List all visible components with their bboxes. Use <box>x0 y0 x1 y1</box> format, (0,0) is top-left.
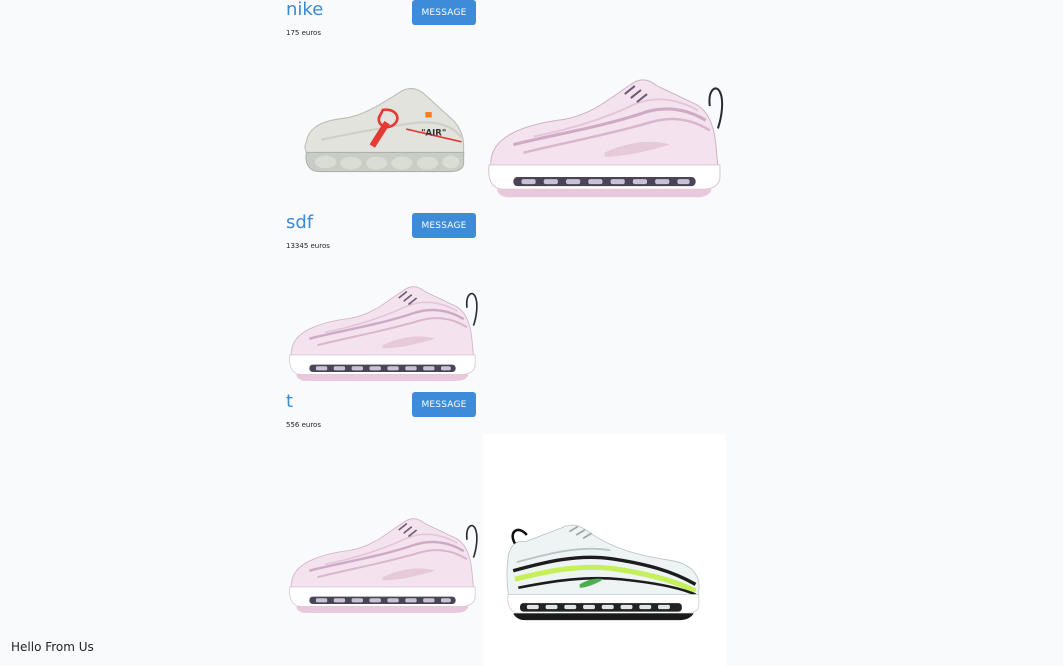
listing-price: 556 euros <box>286 421 321 429</box>
footer-text: Hello From Us <box>11 640 94 654</box>
listing-title[interactable]: t <box>286 392 293 412</box>
listing-photo[interactable] <box>483 434 726 666</box>
message-button[interactable]: MESSAGE <box>412 0 476 25</box>
listing-title[interactable]: nike <box>286 0 323 20</box>
shoe-image <box>483 62 726 202</box>
shoe-image <box>285 504 480 617</box>
shoe-image <box>285 272 480 385</box>
message-button[interactable]: MESSAGE <box>412 213 476 238</box>
listing-title[interactable]: sdf <box>286 213 313 233</box>
listing-price: 175 euros <box>286 29 321 37</box>
listing-photo[interactable] <box>300 78 470 178</box>
listing-price: 13345 euros <box>286 242 330 250</box>
listing-photo[interactable] <box>285 272 480 385</box>
listing-photo[interactable] <box>285 504 480 617</box>
listing-photo[interactable] <box>483 62 726 202</box>
shoe-image <box>501 506 706 621</box>
shoe-image <box>300 78 470 178</box>
message-button[interactable]: MESSAGE <box>412 392 476 417</box>
